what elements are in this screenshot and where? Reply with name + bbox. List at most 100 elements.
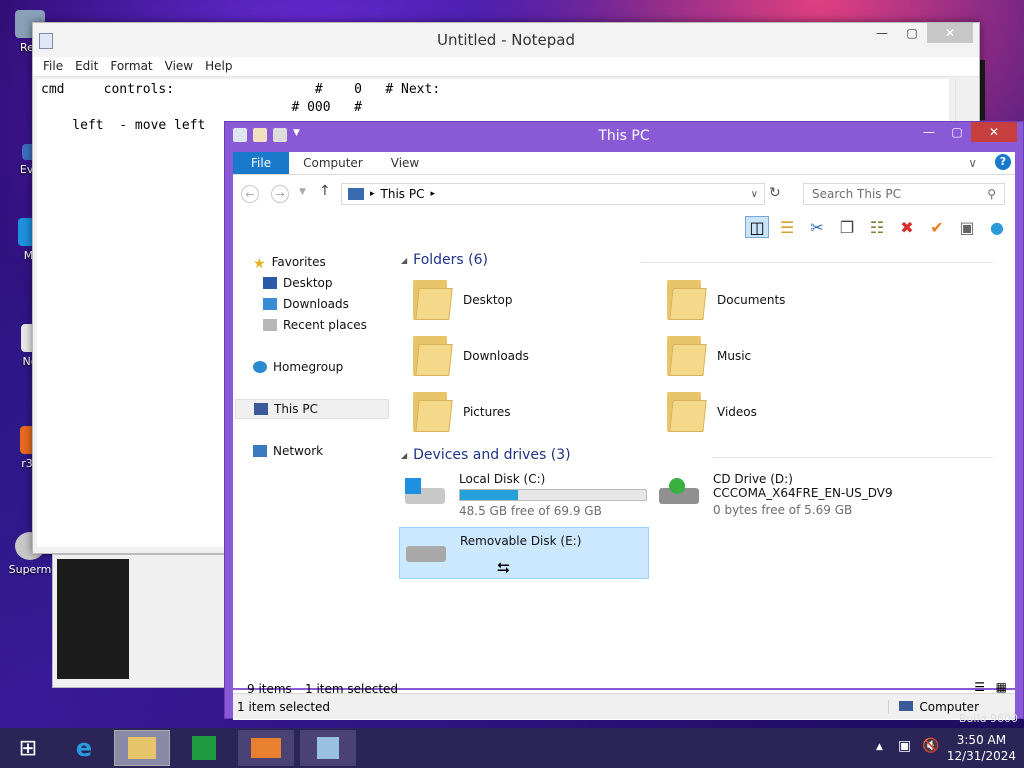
taskbar-store[interactable]	[176, 730, 232, 766]
computer-icon	[254, 403, 268, 415]
menu-help[interactable]: Help	[199, 57, 238, 76]
downloads-icon	[263, 298, 277, 310]
cd-drive-icon	[657, 478, 703, 508]
minimize-icon[interactable]: —	[915, 122, 943, 142]
chevron-right-icon[interactable]: ▸	[430, 189, 435, 199]
tab-file[interactable]: File	[233, 152, 290, 174]
start-button[interactable]: ⊞	[0, 730, 56, 766]
clock[interactable]: 3:50 AM 12/31/2024	[947, 732, 1016, 764]
details-view-icon[interactable]: ☰	[974, 680, 985, 694]
address-bar[interactable]: ▸ This PC ▸ ∨	[341, 183, 765, 205]
network-icon[interactable]: ●	[985, 216, 1009, 238]
notepad-title: Untitled - Notepad	[436, 31, 576, 49]
drive-d[interactable]: CD Drive (D:) CCCOMA_X64FRE_EN-US_DV9 0 …	[657, 472, 893, 517]
store-icon	[192, 736, 216, 760]
menu-format[interactable]: Format	[104, 57, 158, 76]
nav-recent-places[interactable]: Recent places	[263, 315, 367, 335]
hard-drive-icon	[403, 478, 449, 508]
copy-icon[interactable]: ❐	[835, 216, 859, 238]
preview-pane-icon[interactable]: ◫	[745, 216, 769, 238]
text-line: # 000 #	[41, 100, 362, 115]
homegroup-icon	[253, 361, 267, 373]
delete-icon[interactable]: ✖	[895, 216, 919, 238]
menu-file[interactable]: File	[37, 57, 69, 76]
notepad-icon	[317, 737, 339, 759]
drive-c[interactable]: Local Disk (C:) 48.5 GB free of 69.9 GB	[403, 472, 647, 518]
taskbar-app-box[interactable]	[238, 730, 294, 766]
minimize-icon[interactable]: —	[867, 23, 897, 43]
maximize-icon[interactable]: ▢	[897, 23, 927, 43]
help-icon[interactable]: ?	[991, 152, 1015, 174]
close-icon[interactable]: ✕	[971, 122, 1017, 142]
folder-pictures[interactable]: Pictures	[413, 390, 511, 434]
group-header-devices[interactable]: ◢ Devices and drives (3)	[401, 447, 571, 463]
folder-videos[interactable]: Videos	[667, 390, 757, 434]
address-bar-area: ← → ▼ ↑ ▸ This PC ▸ ∨ ↻ Search This PC ⚲	[233, 174, 1015, 210]
tab-computer[interactable]: Computer	[289, 152, 377, 174]
drive-e[interactable]: Removable Disk (E:)	[399, 527, 649, 579]
folder-icon	[667, 390, 707, 434]
up-icon[interactable]: ↑	[319, 183, 331, 199]
nav-network[interactable]: Network	[253, 441, 323, 461]
expand-ribbon-icon[interactable]: ∨	[954, 152, 991, 174]
separator	[713, 457, 993, 458]
build-watermark: Build 9600	[958, 712, 1018, 725]
maximize-icon[interactable]: ▢	[943, 122, 971, 142]
menu-edit[interactable]: Edit	[69, 57, 104, 76]
back-icon[interactable]: ←	[241, 185, 259, 203]
drive-free-space: 0 bytes free of 5.69 GB	[713, 503, 853, 517]
folder-music[interactable]: Music	[667, 334, 751, 378]
notepad-titlebar[interactable]: Untitled - Notepad — ▢ ✕	[33, 23, 979, 57]
computer-icon	[348, 188, 364, 200]
folder-documents[interactable]: Documents	[667, 278, 785, 322]
removable-disk-icon	[404, 542, 450, 572]
taskbar-notepad[interactable]	[300, 730, 356, 766]
folder-icon	[413, 278, 453, 322]
drive-label: CCCOMA_X64FRE_EN-US_DV9	[713, 486, 893, 500]
search-input[interactable]: Search This PC ⚲	[803, 183, 1005, 205]
window-title: This PC	[598, 128, 650, 144]
checkmark-icon[interactable]: ✔	[925, 216, 949, 238]
nav-favorites[interactable]: ★ Favorites	[253, 252, 326, 272]
group-header-folders[interactable]: ◢ Folders (6)	[401, 252, 488, 268]
bottom-status-bar: 1 item selected Computer	[233, 693, 1015, 719]
breadcrumb[interactable]: This PC	[381, 187, 425, 201]
folder-desktop[interactable]: Desktop	[413, 278, 513, 322]
internet-explorer-icon: e	[75, 734, 93, 762]
search-icon[interactable]: ⚲	[987, 187, 1004, 201]
network-icon[interactable]: ▣	[898, 738, 911, 754]
folder-downloads[interactable]: Downloads	[413, 334, 529, 378]
ribbon-tabs: File Computer View ∨ ?	[233, 152, 1015, 174]
nav-desktop[interactable]: Desktop	[263, 273, 333, 293]
chevron-right-icon: ▸	[370, 189, 375, 199]
taskbar-internet-explorer[interactable]: e	[56, 730, 112, 766]
navigation-pane: ★ Favorites Desktop Downloads Recent plac…	[233, 244, 393, 688]
tray-overflow-icon[interactable]: ▲	[876, 742, 883, 752]
refresh-icon[interactable]: ↻	[769, 185, 781, 201]
taskbar-file-explorer[interactable]	[114, 730, 170, 766]
collapse-icon: ◢	[401, 255, 408, 265]
paste-icon[interactable]: ☷	[865, 216, 889, 238]
large-icons-view-icon[interactable]: ▦	[996, 680, 1007, 694]
properties-icon[interactable]: ☰	[775, 216, 799, 238]
nav-homegroup[interactable]: Homegroup	[253, 357, 343, 377]
close-icon[interactable]: ✕	[927, 23, 973, 43]
forward-icon[interactable]: →	[271, 185, 289, 203]
explorer-titlebar[interactable]: ▼ This PC — ▢ ✕	[225, 122, 1023, 150]
nav-downloads[interactable]: Downloads	[263, 294, 349, 314]
tab-view[interactable]: View	[377, 152, 433, 174]
rename-icon[interactable]: ▣	[955, 216, 979, 238]
drive-name: Removable Disk (E:)	[460, 534, 582, 548]
chevron-down-icon[interactable]: ∨	[751, 189, 764, 200]
volume-muted-icon[interactable]: 🔇	[922, 738, 939, 754]
menu-view[interactable]: View	[159, 57, 199, 76]
folder-icon	[413, 390, 453, 434]
explorer-window[interactable]: ▼ This PC — ▢ ✕ File Computer View ∨ ? ←…	[224, 121, 1024, 720]
star-icon: ★	[253, 256, 266, 272]
network-icon	[253, 445, 267, 457]
explorer-body: ★ Favorites Desktop Downloads Recent plac…	[233, 244, 1015, 688]
nav-this-pc[interactable]: This PC	[235, 399, 389, 419]
recent-locations-icon[interactable]: ▼	[299, 187, 306, 197]
drive-usage-bar	[459, 489, 647, 501]
cut-icon[interactable]: ✂	[805, 216, 829, 238]
